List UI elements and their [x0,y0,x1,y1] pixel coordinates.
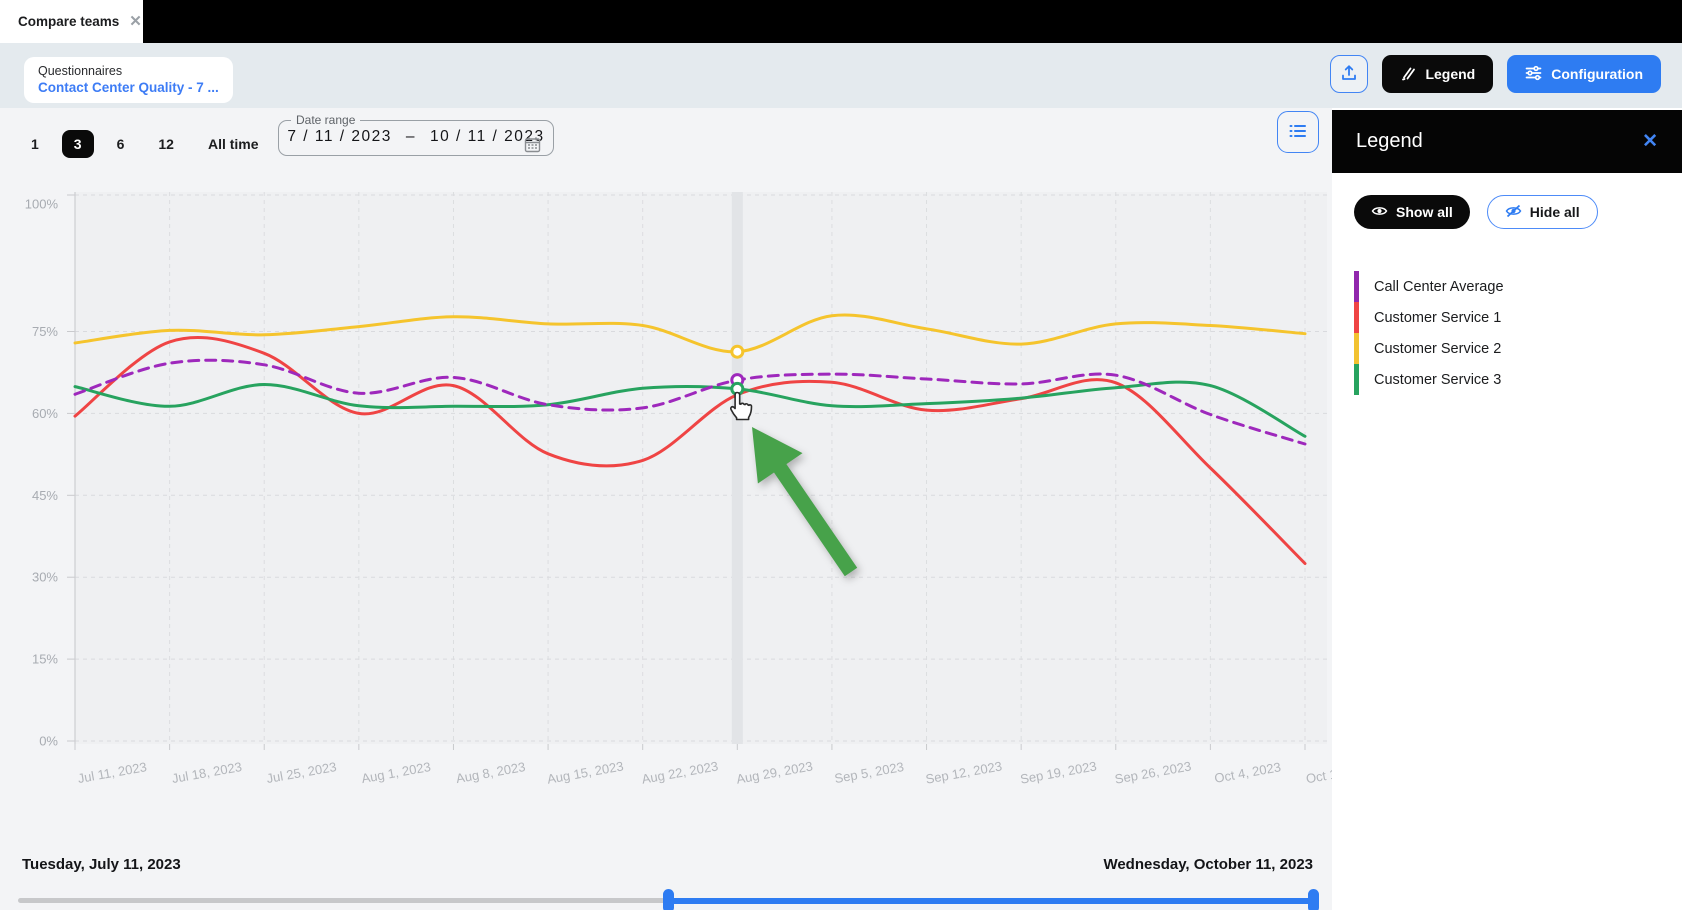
legend-item[interactable]: Customer Service 3 [1354,364,1504,395]
legend-item-label: Customer Service 3 [1374,371,1502,388]
x-axis-label: Jul 18, 2023 [171,759,243,786]
legend-list-toggle-button[interactable] [1277,111,1319,153]
y-axis-label: 100% [25,197,59,212]
slider-selected-range[interactable] [668,897,1313,904]
sliders-icon [1525,65,1542,84]
list-icon [1289,123,1307,142]
period-option-all-time[interactable]: All time [197,130,270,158]
legend-panel-title: Legend [1356,130,1423,152]
legend-item[interactable]: Customer Service 1 [1354,302,1504,333]
date-range-field[interactable]: Date range 7 / 11 / 2023 – 10 / 11 / 202… [278,113,554,156]
export-button[interactable] [1330,55,1369,93]
legend-item[interactable]: Customer Service 2 [1354,333,1504,364]
upload-icon [1340,64,1358,85]
legend-item[interactable]: Call Center Average [1354,271,1504,302]
x-axis-label: Jul 11, 2023 [77,759,148,786]
slider-handle-end[interactable] [1307,889,1319,910]
eye-icon [1371,204,1388,221]
show-all-label: Show all [1396,204,1453,220]
hide-all-label: Hide all [1529,204,1580,220]
date-range-slider[interactable] [18,889,1319,910]
legend-button[interactable]: Legend [1382,55,1494,93]
hide-all-button[interactable]: Hide all [1486,195,1598,229]
time-slider-footer: Tuesday, July 11, 2023 Wednesday, Octobe… [0,848,1332,910]
app-root: Compare teams ✕ Questionnaires Contact C… [0,0,1682,910]
chart-toolbar: 1 3 6 12 All time Date range 7 / 11 / 2023 –… [0,108,1332,188]
header-actions: Legend Configuration [1330,55,1661,93]
x-axis-label: Oct 4, 2023 [1213,759,1282,785]
period-option-6[interactable]: 6 [106,130,136,158]
close-icon[interactable]: ✕ [1642,130,1658,153]
legend-panel: Legend ✕ Show all Hide all Call Center A… [1332,108,1682,910]
legend-item-label: Customer Service 2 [1374,340,1502,357]
legend-color-bar [1354,364,1359,395]
configuration-button-label: Configuration [1551,66,1643,82]
y-axis-label: 45% [32,488,58,503]
period-option-3[interactable]: 3 [61,130,94,158]
legend-items-list: Call Center Average Customer Service 1 Cus… [1354,271,1504,395]
x-axis-label: Aug 22, 2023 [641,758,720,786]
configuration-button[interactable]: Configuration [1507,55,1661,93]
chart-plot-area[interactable] [75,192,1327,744]
y-axis-label: 30% [32,570,58,585]
legend-button-label: Legend [1425,66,1476,82]
legend-color-bar [1354,302,1359,333]
period-option-12[interactable]: 12 [147,130,185,158]
period-option-1[interactable]: 1 [20,130,50,158]
eye-off-icon [1505,204,1522,221]
legend-color-bar [1354,271,1359,302]
slider-end-date: Wednesday, October 11, 2023 [1103,856,1313,873]
hover-marker-customer-service-2 [730,344,745,359]
date-range-separator: – [405,128,416,145]
x-axis-label: Aug 1, 2023 [360,759,432,786]
y-axis-label: 0% [39,734,58,749]
date-range-label: Date range [296,113,356,127]
x-axis-label: Jul 25, 2023 [265,759,337,786]
y-axis-label: 15% [32,652,58,667]
legend-panel-actions: Show all Hide all [1354,195,1598,229]
legend-item-label: Call Center Average [1374,278,1504,295]
legend-panel-header: Legend ✕ [1332,110,1682,173]
x-axis-label: Aug 8, 2023 [455,759,527,786]
scribble-icon [1400,65,1416,84]
calendar-icon[interactable] [524,136,541,158]
legend-item-label: Customer Service 1 [1374,309,1502,326]
x-axis-label: Sep 19, 2023 [1019,758,1098,786]
x-axis-label: Sep 5, 2023 [833,759,905,786]
legend-color-bar [1354,333,1359,364]
x-axis-label: Oct 11, 2023 [1305,759,1332,787]
x-axis-label: Aug 15, 2023 [546,758,625,786]
date-range-start[interactable]: 7 / 11 / 2023 [287,128,392,146]
hover-band [731,192,743,744]
period-selector: 1 3 6 12 All time [14,130,276,158]
slider-start-date: Tuesday, July 11, 2023 [22,856,181,873]
y-axis-label: 75% [32,324,58,339]
show-all-button[interactable]: Show all [1354,195,1470,229]
y-axis-label: 60% [32,406,58,421]
x-axis-label: Aug 29, 2023 [735,758,814,786]
x-axis-label: Sep 26, 2023 [1114,758,1193,786]
x-axis-label: Sep 12, 2023 [924,758,1003,786]
slider-handle-start[interactable] [662,889,674,910]
